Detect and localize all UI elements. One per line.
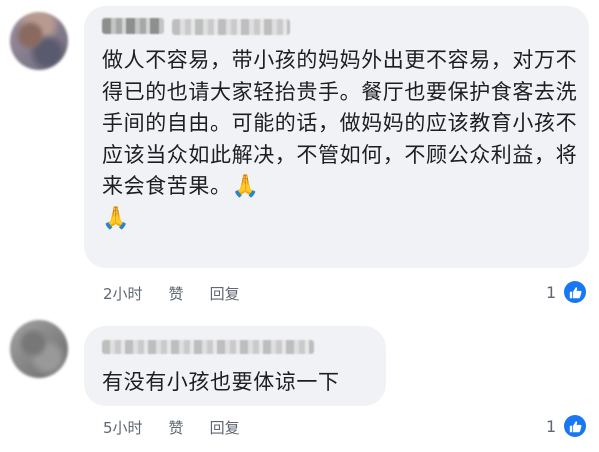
commenter-name-blurred[interactable] bbox=[102, 340, 314, 354]
like-button[interactable]: 赞 bbox=[169, 417, 184, 438]
folded-hands-icon: 🙏 bbox=[102, 205, 130, 231]
reaction-count[interactable]: 1 bbox=[546, 281, 587, 303]
folded-hands-icon: 🙏 bbox=[231, 174, 260, 199]
reply-button[interactable]: 回复 bbox=[210, 417, 240, 438]
comment-timestamp[interactable]: 5小时 bbox=[103, 417, 143, 438]
reaction-count[interactable]: 1 bbox=[546, 415, 587, 437]
comment-actions: 2小时 赞 回复 bbox=[103, 283, 240, 304]
comment-body: 做人不容易，带小孩的妈妈外出更不容易，对万不得已的也请大家轻抬贵手。餐厅也要保护… bbox=[102, 48, 578, 198]
comment-text: 做人不容易，带小孩的妈妈外出更不容易，对万不得已的也请大家轻抬贵手。餐厅也要保护… bbox=[102, 45, 580, 234]
like-count: 1 bbox=[546, 282, 557, 302]
thumbs-up-icon bbox=[564, 281, 587, 303]
reply-button[interactable]: 回复 bbox=[210, 283, 240, 304]
thumbs-up-icon bbox=[564, 415, 587, 437]
like-button[interactable]: 赞 bbox=[169, 283, 184, 304]
avatar[interactable] bbox=[10, 320, 68, 378]
comment-timestamp[interactable]: 2小时 bbox=[103, 283, 143, 304]
commenter-name-blurred-secondary[interactable] bbox=[172, 19, 290, 35]
comment-actions: 5小时 赞 回复 bbox=[103, 417, 240, 438]
like-count: 1 bbox=[546, 416, 557, 436]
comment-body: 有没有小孩也要体谅一下 bbox=[102, 370, 340, 394]
avatar[interactable] bbox=[10, 12, 68, 70]
commenter-name-blurred[interactable] bbox=[102, 18, 164, 34]
comment-text: 有没有小孩也要体谅一下 bbox=[102, 367, 382, 399]
